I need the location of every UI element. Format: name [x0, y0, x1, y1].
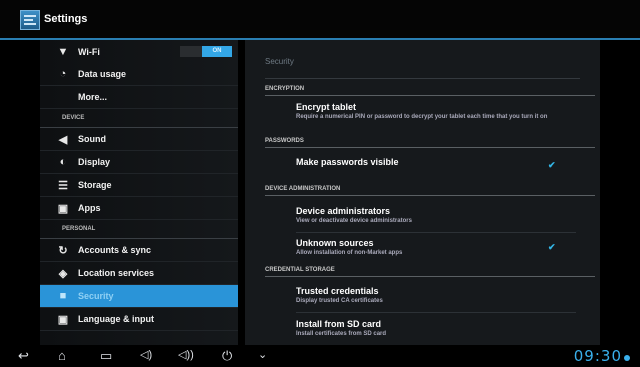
volume-down-icon[interactable]: ◁)	[140, 348, 152, 361]
section-header-encryption: ENCRYPTION	[265, 86, 305, 92]
back-icon[interactable]: ↩	[18, 348, 29, 364]
make-passwords-visible-title: Make passwords visible	[296, 157, 399, 167]
sidebar-item-display[interactable]: ◐ Display	[40, 151, 238, 174]
settings-app-icon[interactable]	[20, 10, 40, 30]
unknown-sources-summary: Allow installation of non-Market apps	[296, 250, 403, 256]
device-administrators-item[interactable]: Device administrators View or deactivate…	[296, 206, 571, 225]
section-divider	[265, 195, 595, 196]
wifi-toggle[interactable]: ON	[180, 46, 232, 57]
lock-icon: ■	[59, 290, 67, 302]
install-from-sd-title: Install from SD card	[296, 319, 382, 329]
section-header-passwords: PASSWORDS	[265, 138, 304, 144]
action-bar: Settings	[0, 0, 640, 40]
section-header-credential-storage: CREDENTIAL STORAGE	[265, 267, 335, 273]
section-divider	[265, 147, 595, 148]
sidebar-item-storage[interactable]: ☰ Storage	[40, 174, 238, 197]
encrypt-tablet-summary: Require a numerical PIN or password to d…	[296, 114, 548, 120]
unknown-sources-checkbox[interactable]: ✔	[548, 243, 556, 252]
battery-indicator-icon	[624, 355, 630, 361]
encrypt-tablet-title: Encrypt tablet	[296, 102, 357, 112]
security-settings-pane: Security ENCRYPTION Encrypt tablet Requi…	[245, 40, 600, 345]
make-passwords-visible-checkbox[interactable]: ✔	[548, 161, 556, 170]
section-divider	[265, 276, 595, 277]
language-icon: ▣	[57, 313, 69, 326]
trusted-credentials-summary: Display trusted CA certificates	[296, 298, 383, 304]
chevron-down-icon[interactable]: ⌄	[258, 348, 267, 361]
sidebar-item-data-usage[interactable]: ◔ Data usage	[40, 63, 238, 86]
trusted-credentials-title: Trusted credentials	[296, 286, 379, 296]
section-header-personal: PERSONAL	[40, 220, 238, 239]
sidebar-item-language-input[interactable]: ▣ Language & input	[40, 308, 238, 331]
wifi-icon: ▼	[57, 45, 69, 58]
storage-icon: ☰	[58, 179, 68, 192]
unknown-sources-item[interactable]: Unknown sources Allow installation of no…	[296, 238, 571, 257]
recent-apps-icon[interactable]: ▭	[100, 348, 112, 364]
section-divider	[265, 95, 595, 96]
pane-title: Security	[265, 57, 294, 66]
sidebar-item-accounts-sync[interactable]: ↻ Accounts & sync	[40, 239, 238, 262]
sidebar-item-apps[interactable]: ▣ Apps	[40, 197, 238, 220]
sidebar-item-sound[interactable]: ◀ Sound	[40, 128, 238, 151]
section-header-device: DEVICE	[40, 109, 238, 128]
make-passwords-visible-item[interactable]: Make passwords visible	[296, 157, 399, 167]
section-header-device-administration: DEVICE ADMINISTRATION	[265, 186, 341, 192]
status-clock[interactable]: 09:30	[574, 347, 630, 365]
apps-icon: ▣	[57, 202, 69, 215]
power-icon[interactable]: ⏻	[222, 348, 232, 364]
sidebar-item-location-services[interactable]: ◈ Location services	[40, 262, 238, 285]
volume-up-icon[interactable]: ◁))	[178, 348, 194, 361]
clock-time: 09:30	[573, 347, 622, 365]
app-title: Settings	[44, 13, 88, 25]
display-icon: ◐	[59, 156, 67, 168]
sync-icon: ↻	[58, 244, 68, 257]
device-administrators-title: Device administrators	[296, 206, 391, 216]
sidebar-item-wifi[interactable]: ▼ Wi-Fi ON	[40, 40, 238, 63]
item-divider	[296, 312, 576, 313]
device-administrators-summary: View or deactivate device administrators	[296, 218, 412, 224]
sound-icon: ◀	[58, 133, 68, 146]
install-from-sd-summary: Install certificates from SD card	[296, 331, 387, 337]
data-usage-icon: ◔	[59, 68, 67, 80]
sidebar-item-security[interactable]: ■ Security	[40, 285, 238, 308]
settings-category-list: ▼ Wi-Fi ON ◔ Data usage More... DEVICE ◀…	[40, 40, 238, 345]
trusted-credentials-item[interactable]: Trusted credentials Display trusted CA c…	[296, 286, 571, 305]
item-divider	[296, 232, 576, 233]
location-icon: ◈	[58, 267, 68, 280]
sidebar-item-more[interactable]: More...	[40, 86, 238, 109]
system-nav-bar: ↩ ⌂ ▭ ◁) ◁)) ⏻ ⌄ 09:30	[0, 345, 640, 367]
title-divider	[265, 78, 580, 79]
unknown-sources-title: Unknown sources	[296, 238, 374, 248]
home-icon[interactable]: ⌂	[58, 348, 66, 363]
install-from-sd-item[interactable]: Install from SD card Install certificate…	[296, 319, 571, 338]
encrypt-tablet-item[interactable]: Encrypt tablet Require a numerical PIN o…	[296, 102, 571, 121]
